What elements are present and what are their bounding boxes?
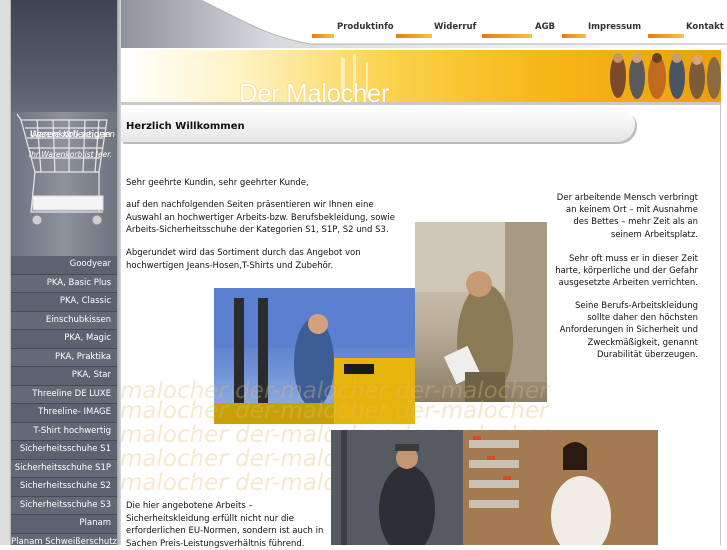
right-paragraph-1: Der arbeitende Mensch verbringt an keine… — [556, 193, 698, 240]
worker-photo-paint-store — [463, 430, 658, 545]
tab-marker-icon — [562, 34, 586, 38]
bottom-text: Die hier angebotene Arbeits –Sicherheits… — [126, 501, 324, 549]
nav-item-threeline-image[interactable]: Threeline- IMAGE — [11, 404, 117, 423]
nav-widerruf[interactable]: Widerruf — [434, 22, 476, 32]
workers-group-image — [610, 53, 721, 99]
sidebar-header — [11, 0, 117, 122]
tab-marker-icon — [648, 34, 684, 38]
nav-item-safety-shoes-s3[interactable]: Sicherheitsschuhe S3 — [11, 496, 117, 515]
right-paragraph-2: Sehr oft muss er in dieser Zeit harte, k… — [555, 254, 698, 289]
nav-agb[interactable]: AGB — [535, 22, 555, 32]
cart-status: Ihr Warenkorb ist leer. — [28, 150, 112, 159]
watermark-text: malocher der-malocher der-malocher — [120, 398, 549, 424]
nav-item-threeline-de-luxe[interactable]: Threeline DE LUXE — [11, 385, 117, 404]
nav-item-goodyear[interactable]: Goodyear — [11, 256, 117, 275]
right-paragraph-3: Seine Berufs-Arbeitskleidung sollte dahe… — [559, 301, 698, 360]
nav-produktinfo[interactable]: Produktinfo — [337, 22, 394, 32]
greeting-text: Sehr geehrte Kundin, sehr geehrter Kunde… — [126, 178, 309, 188]
collections-heading: Unsere Kollektionen — [30, 130, 115, 140]
worker-photo-warehouse — [331, 430, 463, 545]
nav-kontakt[interactable]: Kontakt — [686, 22, 724, 32]
intro-text: auf den nachfolgenden Seiten präsentiere… — [126, 200, 395, 235]
left-margin — [0, 0, 11, 545]
page-title: Herzlich Willkommen — [126, 121, 245, 132]
nav-item-pka-basic-plus[interactable]: PKA, Basic Plus — [11, 274, 117, 293]
nav-item-safety-shoes-s1p[interactable]: Sicherheitsschuhe S1P — [11, 459, 117, 478]
nav-item-safety-shoes-s2[interactable]: Sicherheitsschuhe S2 — [11, 478, 117, 497]
nav-item-pka-classic[interactable]: PKA, Classic — [11, 293, 117, 312]
banner-decoration — [341, 53, 721, 99]
nav-item-einschubkissen[interactable]: Einschubkissen — [11, 311, 117, 330]
tab-marker-icon — [482, 34, 532, 38]
top-navigation: Produktinfo Widerruf AGB Impressum Konta… — [300, 22, 727, 38]
nav-item-pka-praktika[interactable]: PKA, Praktika — [11, 348, 117, 367]
content-border — [720, 105, 721, 545]
tab-marker-icon — [312, 34, 334, 38]
sidebar: Warenkorb zeigen Ihr Warenkorb ist leer.… — [11, 0, 117, 545]
nav-item-safety-shoes-s1[interactable]: Sicherheitsschuhe S1 — [11, 441, 117, 460]
category-nav: Goodyear PKA, Basic Plus PKA, Classic Ei… — [11, 256, 117, 545]
nav-item-t-shirt[interactable]: T-Shirt hochwertig — [11, 422, 117, 441]
banner-divider — [121, 102, 721, 105]
header-banner — [121, 50, 721, 102]
range-text: Abgerundet wird das Sortiment durch das … — [126, 248, 361, 271]
nav-item-pka-star[interactable]: PKA, Star — [11, 367, 117, 386]
nav-item-pka-magic[interactable]: PKA, Magic — [11, 330, 117, 349]
nav-item-planam[interactable]: Planam — [11, 515, 117, 534]
worker-photo-workshop — [415, 222, 547, 402]
nav-impressum[interactable]: Impressum — [588, 22, 641, 32]
nav-item-planam-welding[interactable]: Planam Schweißerschutz — [11, 533, 117, 545]
tab-marker-icon — [396, 34, 432, 38]
